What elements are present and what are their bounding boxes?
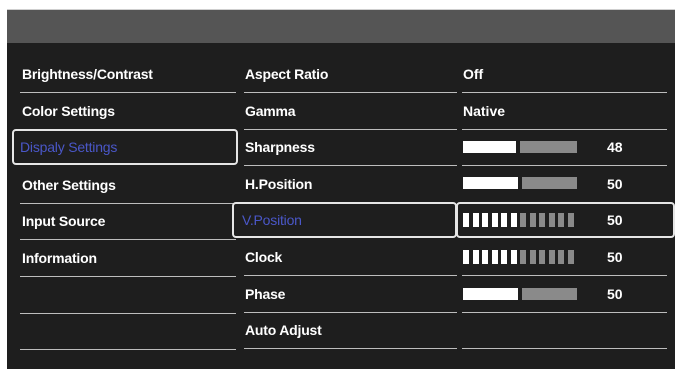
v-position-value: 50 [607, 212, 623, 228]
slider-segment [530, 250, 536, 264]
submenu-item-label: Clock [245, 249, 283, 265]
slider-fill [463, 288, 518, 300]
menu-item-label: Input Source [22, 213, 106, 229]
menu-item-brightness-contrast[interactable]: Brightness/Contrast [14, 56, 239, 92]
submenu-item-label: Aspect Ratio [245, 66, 329, 82]
menu-item-label: Dispaly Settings [20, 139, 118, 155]
slider-segment [473, 213, 479, 227]
slider-segment [492, 250, 498, 264]
slider-segment [463, 213, 469, 227]
menu-item-input-source[interactable]: Input Source [14, 203, 239, 239]
submenu-item-label: H.Position [245, 176, 313, 192]
menu-item-label: Brightness/Contrast [22, 66, 153, 82]
slider-segment [539, 250, 545, 264]
slider-segment [558, 213, 564, 227]
slider-track [522, 288, 577, 300]
slider-segment [568, 250, 574, 264]
slider-segment [539, 213, 545, 227]
menu-item-label: Information [22, 250, 97, 266]
submenu-item-h-position[interactable]: H.Position [237, 166, 457, 202]
slider-segment [549, 250, 555, 264]
submenu-item-label: Gamma [245, 103, 296, 119]
submenu-item-clock[interactable]: Clock [237, 239, 457, 275]
submenu-item-sharpness[interactable]: Sharpness [237, 129, 457, 165]
divider [462, 165, 667, 166]
h-position-slider[interactable] [463, 177, 577, 189]
osd-title-bar [7, 10, 675, 43]
divider [20, 313, 236, 314]
menu-item-display-settings[interactable]: Dispaly Settings [12, 129, 238, 165]
submenu-item-auto-adjust[interactable]: Auto Adjust [237, 312, 457, 348]
divider [462, 348, 667, 349]
phase-slider[interactable] [463, 288, 577, 300]
slider-fill [463, 141, 516, 153]
slider-segment [473, 250, 479, 264]
divider [462, 129, 667, 130]
menu-item-label: Color Settings [22, 103, 115, 119]
submenu-item-label: Auto Adjust [245, 322, 322, 338]
slider-segment [511, 250, 517, 264]
submenu-item-v-position[interactable]: V.Position [232, 202, 457, 238]
slider-segment [549, 213, 555, 227]
slider-segment [568, 213, 574, 227]
clock-value: 50 [607, 249, 623, 265]
gamma-value: Native [463, 103, 506, 119]
submenu-item-label: V.Position [242, 212, 302, 228]
menu-item-other-settings[interactable]: Other Settings [14, 167, 239, 203]
menu-item-information[interactable]: Information [14, 240, 239, 276]
divider [20, 349, 236, 350]
menu-item-label: Other Settings [22, 177, 116, 193]
submenu-item-label: Phase [245, 286, 286, 302]
divider [244, 348, 457, 349]
clock-slider[interactable] [463, 250, 577, 264]
slider-segment [501, 250, 507, 264]
submenu-item-gamma[interactable]: Gamma [237, 93, 457, 129]
osd-menu: Brightness/Contrast Color Settings Dispa… [7, 9, 675, 369]
submenu-item-aspect-ratio[interactable]: Aspect Ratio [237, 56, 457, 92]
slider-segment [511, 213, 517, 227]
slider-segment [520, 213, 526, 227]
slider-fill [463, 177, 518, 189]
v-position-slider[interactable] [463, 213, 577, 227]
slider-segment [501, 213, 507, 227]
menu-item-color-settings[interactable]: Color Settings [14, 93, 239, 129]
aspect-ratio-value: Off [463, 66, 484, 82]
divider [462, 312, 667, 313]
slider-track [520, 141, 577, 153]
slider-segment [530, 213, 536, 227]
submenu-item-phase[interactable]: Phase [237, 276, 457, 312]
h-position-value: 50 [607, 176, 623, 192]
slider-segment [463, 250, 469, 264]
submenu-item-label: Sharpness [245, 139, 315, 155]
slider-segment [520, 250, 526, 264]
slider-segment [482, 213, 488, 227]
divider [20, 276, 236, 277]
slider-track [522, 177, 577, 189]
slider-segment [558, 250, 564, 264]
slider-segment [492, 213, 498, 227]
sharpness-value: 48 [607, 139, 623, 155]
slider-segment [482, 250, 488, 264]
sharpness-slider[interactable] [463, 141, 577, 153]
phase-value: 50 [607, 286, 623, 302]
divider [462, 275, 667, 276]
